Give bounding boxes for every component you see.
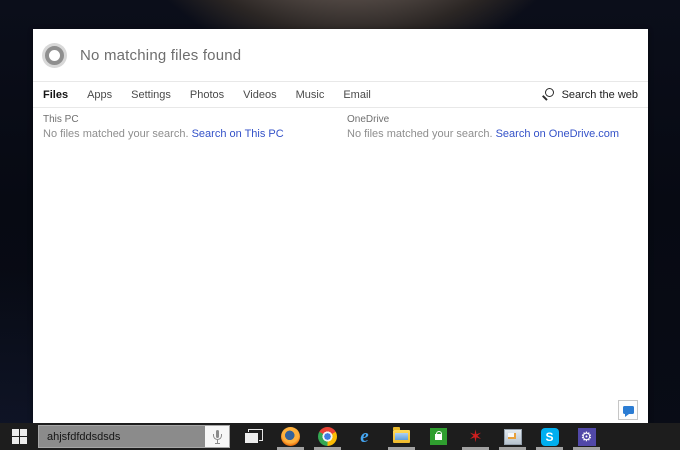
tab-email[interactable]: Email xyxy=(343,89,371,101)
chrome-button[interactable] xyxy=(309,423,346,450)
settings-icon: ⚙ xyxy=(577,427,596,446)
firefox-icon xyxy=(281,427,300,446)
no-files-message: No files matched your search. xyxy=(347,128,493,140)
task-view-button[interactable] xyxy=(235,423,272,450)
no-files-message: No files matched your search. xyxy=(43,128,189,140)
chrome-icon xyxy=(318,427,337,446)
search-filter-tabs: Files Apps Settings Photos Videos Music … xyxy=(33,81,648,108)
tab-settings[interactable]: Settings xyxy=(131,89,171,101)
cortana-ring-icon xyxy=(45,45,64,65)
file-explorer-button[interactable] xyxy=(383,423,420,450)
file-explorer-icon xyxy=(393,427,410,443)
result-source-label: OneDrive xyxy=(347,114,390,125)
tab-videos[interactable]: Videos xyxy=(243,89,276,101)
settings-button[interactable]: ⚙ xyxy=(568,423,605,450)
skype-icon: S xyxy=(540,427,559,446)
search-the-web-label: Search the web xyxy=(561,88,638,101)
taskbar-search-input[interactable] xyxy=(39,426,205,447)
store-button[interactable] xyxy=(420,423,457,450)
microphone-button[interactable] xyxy=(205,426,229,447)
taskbar: e ✶ S ⚙ xyxy=(0,423,680,450)
internet-explorer-icon: e xyxy=(360,426,369,447)
photo-viewer-icon xyxy=(503,428,522,445)
result-group-this-pc: This PC No files matched your search. Se… xyxy=(43,114,284,140)
taskbar-search-box xyxy=(38,425,230,448)
start-button[interactable] xyxy=(0,423,38,450)
skype-button[interactable]: S xyxy=(531,423,568,450)
search-on-onedrive-link[interactable]: Search on OneDrive.com xyxy=(496,128,620,140)
magnifier-icon xyxy=(541,88,555,101)
taskbar-app-icons: e ✶ S ⚙ xyxy=(235,423,605,450)
photo-viewer-button[interactable] xyxy=(494,423,531,450)
result-source-label: This PC xyxy=(43,114,79,125)
task-view-icon xyxy=(244,429,263,444)
store-icon xyxy=(430,428,447,445)
search-status-text: No matching files found xyxy=(80,46,242,64)
internet-explorer-button[interactable]: e xyxy=(346,423,383,450)
windows-logo-icon xyxy=(11,429,27,444)
firefox-button[interactable] xyxy=(272,423,309,450)
feedback-button[interactable] xyxy=(618,400,638,420)
tab-files[interactable]: Files xyxy=(43,89,68,101)
red-app-button[interactable]: ✶ xyxy=(457,423,494,450)
feedback-bubble-icon xyxy=(622,406,634,417)
search-on-this-pc-link[interactable]: Search on This PC xyxy=(192,128,284,140)
red-app-icon: ✶ xyxy=(468,427,483,446)
tab-apps[interactable]: Apps xyxy=(87,89,112,101)
microphone-icon xyxy=(212,429,223,444)
result-group-onedrive: OneDrive No files matched your search. S… xyxy=(347,114,619,140)
tab-photos[interactable]: Photos xyxy=(190,89,224,101)
search-panel-header: No matching files found xyxy=(33,29,648,81)
search-the-web-button[interactable]: Search the web xyxy=(541,88,638,101)
search-results-panel: No matching files found Files Apps Setti… xyxy=(33,29,648,423)
tab-music[interactable]: Music xyxy=(296,89,325,101)
